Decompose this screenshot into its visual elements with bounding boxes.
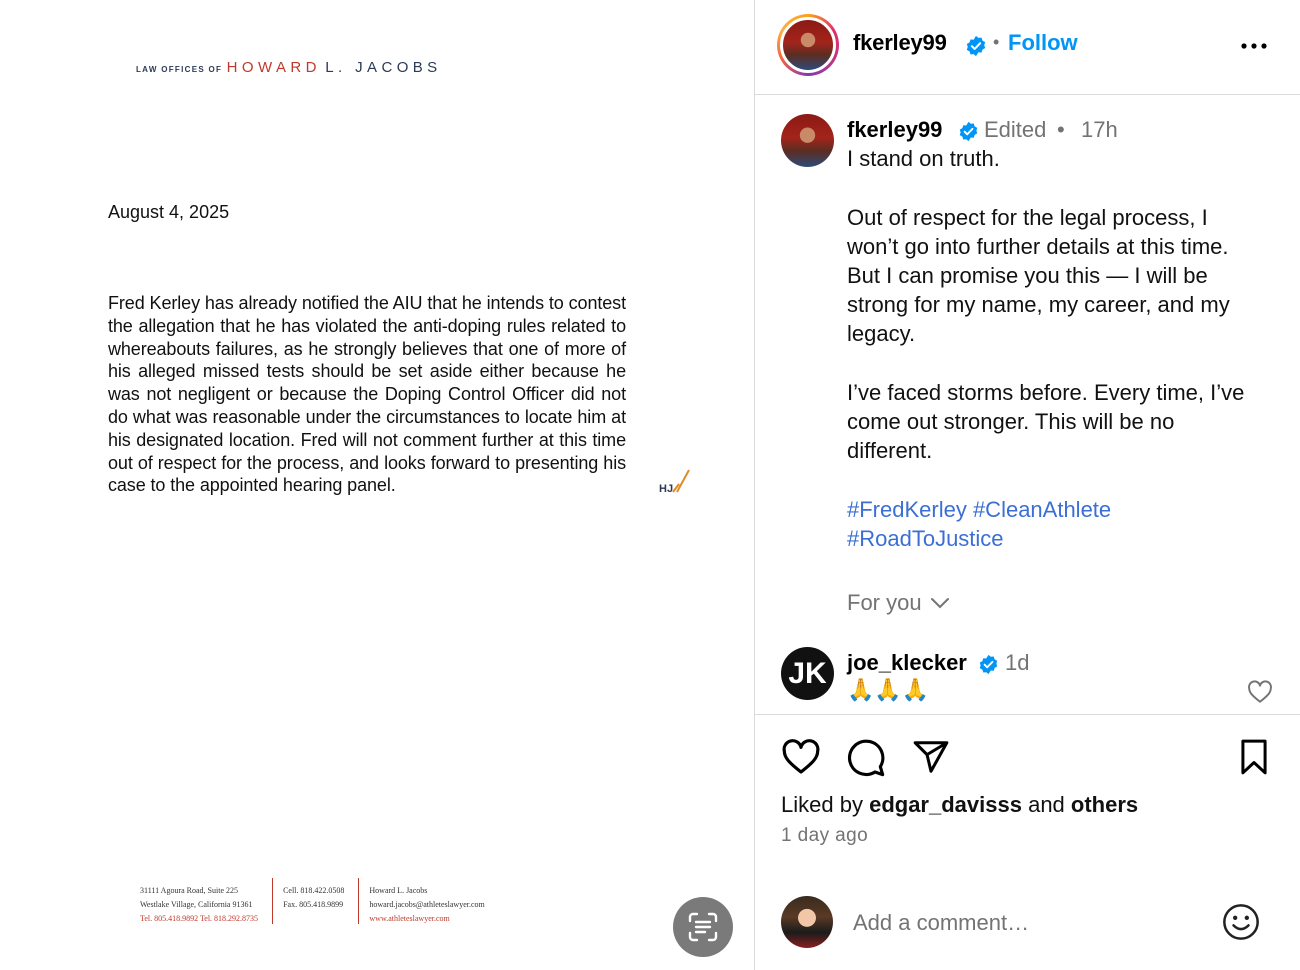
signature-initials: HJ <box>659 469 690 495</box>
share-icon[interactable] <box>911 738 951 776</box>
law-office-logo: LAW OFFICES OF HOWARD L. JACOBS <box>136 58 442 80</box>
comment-sort-dropdown[interactable]: For you <box>847 590 950 616</box>
caption-timestamp[interactable]: 17h <box>1081 117 1118 143</box>
caption-username[interactable]: fkerley99 <box>847 117 942 143</box>
post-sidebar: fkerley99 • Follow fkerley99 Edited • 17… <box>755 0 1300 970</box>
caption-line: Out of respect for the legal process, I <box>847 205 1208 230</box>
avatar <box>780 17 836 73</box>
likes-username[interactable]: edgar_davisss <box>869 792 1022 817</box>
caption-line: I stand on truth. <box>847 146 1000 171</box>
footer-address: 31111 Agoura Road, Suite 225 Westlake Vi… <box>136 884 266 926</box>
comment-sort-label: For you <box>847 590 922 615</box>
letterhead-footer: 31111 Agoura Road, Suite 225 Westlake Vi… <box>136 878 493 926</box>
visual-search-button[interactable] <box>673 897 733 957</box>
footer-address-line: Westlake Village, California 91361 <box>140 900 253 909</box>
caption-line: But I can promise you this — I will be <box>847 263 1208 288</box>
commenter-avatar[interactable]: JK <box>781 647 834 700</box>
letter-date: August 4, 2025 <box>108 202 230 222</box>
hashtag-link[interactable]: #RoadToJustice <box>847 526 1004 552</box>
post-image-document: LAW OFFICES OF HOWARD L. JACOBS August 4… <box>0 0 754 970</box>
bookmark-icon[interactable] <box>1237 738 1271 776</box>
heart-icon[interactable] <box>781 738 821 776</box>
add-comment-input[interactable] <box>853 905 1213 941</box>
actions-divider <box>755 714 1300 715</box>
footer-cell: Cell. 818.422.0508 <box>283 886 345 895</box>
visual-search-icon <box>688 912 718 942</box>
emoji-icon[interactable] <box>1221 902 1261 942</box>
verified-badge-icon <box>959 121 978 142</box>
caption-line: different. <box>847 438 933 463</box>
footer-name: Howard L. Jacobs <box>369 886 428 895</box>
likes-and: and <box>1028 792 1065 817</box>
caption-line: I’ve faced storms before. Every time, I’… <box>847 380 1245 405</box>
comment-text: 🙏🙏🙏 <box>847 677 930 702</box>
footer-address-line: 31111 Agoura Road, Suite 225 <box>140 886 238 895</box>
logo-firm-first: HOWARD <box>226 59 321 76</box>
author-username[interactable]: fkerley99 <box>853 30 947 56</box>
comment-timestamp[interactable]: 1d <box>1005 650 1029 676</box>
letter-body: Fred Kerley has already notified the AIU… <box>108 293 626 496</box>
follow-button[interactable]: Follow <box>1008 30 1078 56</box>
footer-person: Howard L. Jacobs howard.jacobs@athletesl… <box>365 884 492 926</box>
footer-divider <box>358 878 360 924</box>
footer-contact: Cell. 818.422.0508 Fax. 805.418.9899 <box>279 884 352 926</box>
footer-phone-line: Tel. 805.418.9892 Tel. 818.292.8735 <box>140 914 259 923</box>
header-separator-dot: • <box>993 32 1000 52</box>
likes-others-link[interactable]: others <box>1071 792 1138 817</box>
caption-line: strong for my name, my career, and my <box>847 292 1230 317</box>
caption-separator-dot: • <box>1057 117 1065 142</box>
logo-firm-rest: L. JACOBS <box>325 59 442 76</box>
post-date[interactable]: 1 day ago <box>781 825 868 847</box>
current-user-avatar <box>781 896 833 948</box>
author-avatar-story-ring[interactable] <box>777 14 839 76</box>
hashtag-link[interactable]: #FredKerley #CleanAthlete <box>847 497 1111 523</box>
verified-badge-icon <box>966 35 986 57</box>
post-header: fkerley99 • Follow <box>755 0 1300 95</box>
comment-like-heart-icon[interactable] <box>1247 680 1273 704</box>
caption-avatar[interactable] <box>781 114 834 167</box>
commenter-username[interactable]: joe_klecker <box>847 650 967 676</box>
likes-summary: Liked by edgar_davisss and others <box>781 792 1138 818</box>
likes-prefix: Liked by <box>781 792 863 817</box>
footer-fax: Fax. 805.418.9899 <box>283 900 344 909</box>
footer-divider <box>272 878 274 924</box>
chevron-down-icon <box>930 598 949 609</box>
verified-badge-icon <box>979 654 998 675</box>
logo-prefix: LAW OFFICES OF <box>136 65 223 74</box>
caption-line: come out stronger. This will be no <box>847 409 1175 434</box>
footer-website: www.athleteslawyer.com <box>369 914 450 923</box>
caption-line: won’t go into further details at this ti… <box>847 234 1229 259</box>
caption-line: legacy. <box>847 321 916 346</box>
edited-label: Edited <box>984 117 1047 142</box>
footer-email: howard.jacobs@athleteslawyer.com <box>369 900 485 909</box>
more-options-icon[interactable] <box>1239 34 1269 58</box>
initials-text: HJ <box>659 483 673 495</box>
comment-icon[interactable] <box>846 738 886 778</box>
